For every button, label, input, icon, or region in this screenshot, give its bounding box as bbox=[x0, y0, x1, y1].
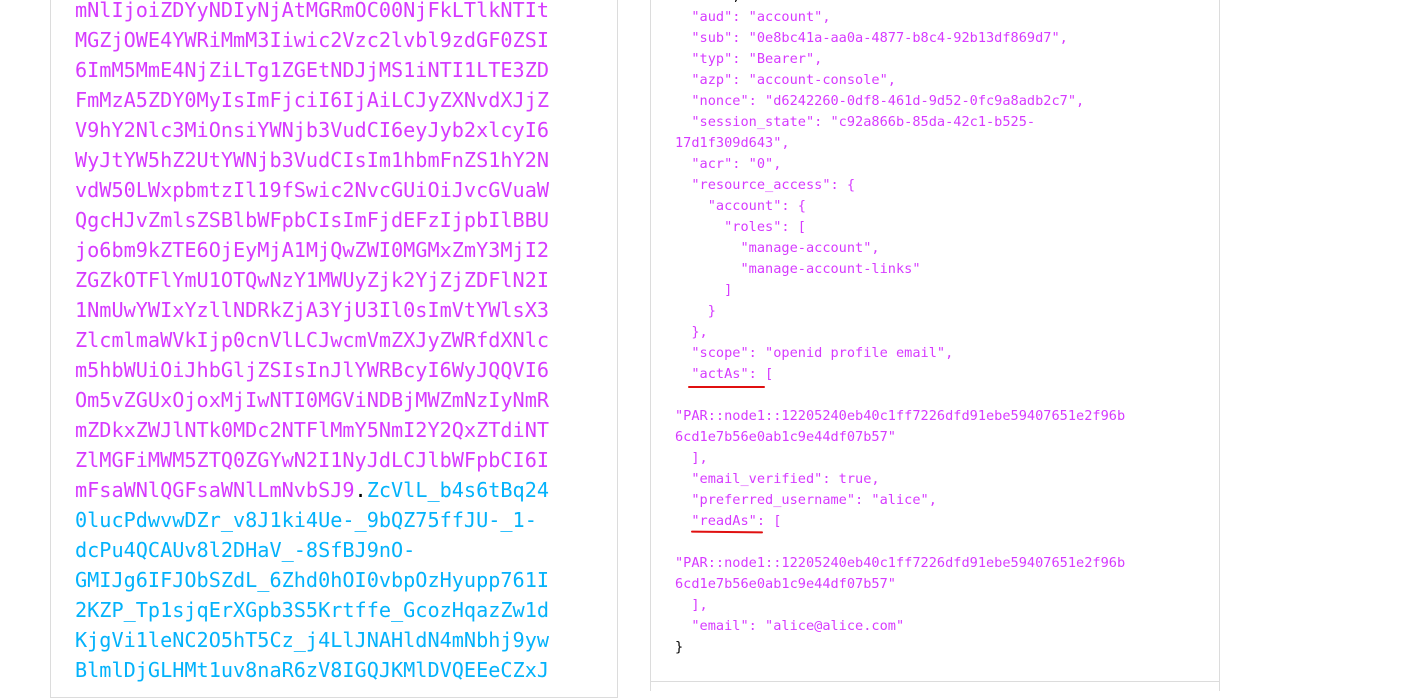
json-line: "aud": "account", bbox=[675, 9, 831, 25]
json-line: 6cd1e7b56e0ab1c9e44df07b57" bbox=[675, 576, 896, 592]
actas-highlight-underline bbox=[688, 386, 765, 388]
token-payload-line: FmMzA5ZDY0MyIsImFjciI6IjAiLCJyZXNvdXJjZ bbox=[75, 88, 550, 112]
token-payload-line: ZlMGFiMWM5ZTQ0ZGYwN2I1NyJdLCJlbWFpbCI6I bbox=[75, 448, 550, 472]
json-line: "sub": "0e8bc41a-aa0a-4877-b8c4-92b13df8… bbox=[675, 30, 1068, 46]
token-signature-line: 2KZP_Tp1sjqErXGpb3S5Krtffe_GcozHqazZw1d bbox=[75, 598, 550, 622]
decoded-payload-panel: user", "aud": "account", "sub": "0e8bc41… bbox=[650, 0, 1220, 682]
token-payload-line: mNlIjoiZDYyNDIyNjAtMGRmOC00NjFkLTlkNTIt bbox=[75, 0, 550, 22]
token-payload-line: 6ImM5MmE4NjZiLTg1ZGEtNDJjMS1iNTI1LTE3ZD bbox=[75, 58, 550, 82]
token-payload-line: V9hY2Nlc3MiOnsiYWNjb3VudCI6eyJyb2xlcyI6 bbox=[75, 118, 550, 142]
token-signature-line: KjgVi1leNC2O5hT5Cz_j4LlJNAHldN4mNbhj9yw bbox=[75, 628, 550, 652]
token-payload-line: Om5vZGUxOjoxMjIwNTI0MGViNDBjMWZmNzIyNmR bbox=[75, 388, 550, 412]
json-line: "acr": "0", bbox=[675, 156, 782, 172]
json-line: ] bbox=[675, 282, 733, 298]
token-signature-line: ZcVlL_b4s6tBq24 bbox=[366, 478, 550, 502]
token-signature-line: BlmlDjGLHMt1uv8naR6zV8IGQJKMlDVQEEeCZxJ bbox=[75, 658, 550, 682]
json-line: "roles": [ bbox=[675, 219, 806, 235]
token-payload-line: QgcHJvZmlsZSBlbWFpbCIsImFjdEFzIjpbIlBBU bbox=[75, 208, 550, 232]
token-separator: . bbox=[354, 478, 367, 502]
token-signature-line: GMIJg6IFJObSZdL_6Zhd0hOI0vbpOzHyupp761I bbox=[75, 568, 550, 592]
token-payload-line: ZGZkOTFlYmU1OTQwNzY1MWUyZjk2YjZjZDFlN2I bbox=[75, 268, 550, 292]
json-line: "PAR::node1::12205240eb40c1ff7226dfd91eb… bbox=[675, 408, 1126, 424]
json-line: "preferred_username": "alice", bbox=[675, 492, 937, 508]
json-line: "resource_access": { bbox=[675, 177, 856, 193]
json-line: ], bbox=[675, 597, 708, 613]
json-line: "nonce": "d6242260-0df8-461d-9d52-0fc9a8… bbox=[675, 93, 1085, 109]
token-payload-line: ZlcmlmaWVkIjp0cnVlLCJwcmVmZXJyZWRfdXNlc bbox=[75, 328, 550, 352]
json-line: "azp": "account-console", bbox=[675, 72, 896, 88]
token-payload-line: mZDkxZWJlNTk0MDc2NTFlMmY5NmI2Y2QxZTdiNT bbox=[75, 418, 550, 442]
json-line: "scope": "openid profile email", bbox=[675, 345, 954, 361]
json-line: "email_verified": true, bbox=[675, 471, 880, 487]
json-line: 17d1f309d643", bbox=[675, 135, 790, 151]
encoded-token-text[interactable]: mNlIjoiZDYyNDIyNjAtMGRmOC00NjFkLTlkNTIt … bbox=[75, 0, 555, 685]
token-payload-line: mFsaWNlQGFsaWNlLmNvbSJ9 bbox=[75, 478, 355, 502]
json-line: 6cd1e7b56e0ab1c9e44df07b57" bbox=[675, 429, 896, 445]
json-line: "manage-account", bbox=[675, 240, 880, 256]
json-fragment: user", bbox=[675, 0, 740, 4]
token-payload-line: jo6bm9kZTE6OjEyMjA1MjQwZWI0MGMxZmY3MjI2 bbox=[75, 238, 550, 262]
token-signature-line: dcPu4QCAUv8l2DHaV_-8SfBJ9nO- bbox=[75, 538, 416, 562]
json-line: } bbox=[675, 303, 716, 319]
token-payload-line: WyJtYW5hZ2UtYWNjb3VudCIsIm1hbmFnZS1hY2N bbox=[75, 148, 550, 172]
token-signature-line: 0lucPdwvwDZr_v8J1ki4Ue-_9bQZ75ffJU-_1- bbox=[75, 508, 537, 532]
encoded-token-panel: mNlIjoiZDYyNDIyNjAtMGRmOC00NjFkLTlkNTIt … bbox=[50, 0, 618, 698]
token-payload-line: MGZjOWE4YWRiMmM3Iiwic2Vzc2lvbl9zdGF0ZSI bbox=[75, 28, 550, 52]
next-panel-edge bbox=[650, 681, 1220, 691]
json-line: "session_state": "c92a866b-85da-42c1-b52… bbox=[675, 114, 1036, 130]
json-line: }, bbox=[675, 324, 708, 340]
json-line: } bbox=[675, 639, 684, 655]
json-line: "typ": "Bearer", bbox=[675, 51, 823, 67]
token-payload-line: 1NmUwYWIxYzllNDRkZjA3YjU3Il0sImVtYWlsX3 bbox=[75, 298, 550, 322]
json-line: "manage-account-links" bbox=[675, 261, 921, 277]
decoded-payload-json[interactable]: user", "aud": "account", "sub": "0e8bc41… bbox=[675, 0, 1125, 658]
json-line: "PAR::node1::12205240eb40c1ff7226dfd91eb… bbox=[675, 555, 1126, 571]
json-line: "email": "alice@alice.com" bbox=[675, 618, 905, 634]
json-line-actas: "actAs": [ bbox=[675, 366, 774, 382]
json-line: ], bbox=[675, 450, 708, 466]
json-line-readas: "readAs": [ bbox=[675, 513, 782, 529]
token-payload-line: m5hbWUiOiJhbGljZSIsInJlYWRBcyI6WyJQQVI6 bbox=[75, 358, 550, 382]
json-line: "account": { bbox=[675, 198, 806, 214]
token-payload-line: vdW50LWxpbmtzIl19fSwic2NvcGUiOiJvcGVuaW bbox=[75, 178, 550, 202]
